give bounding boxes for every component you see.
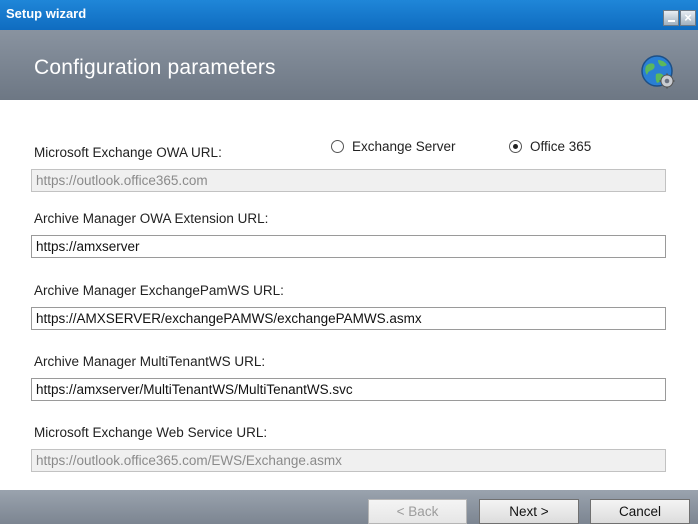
exchange-server-radio-circle [331,139,344,153]
office-365-radio-label: Office 365 [530,138,592,154]
ews-url-label: Microsoft Exchange Web Service URL: [34,425,268,440]
page-header: Configuration parameters [0,30,698,100]
exchangepamws-url-field[interactable]: https://AMXSERVER/exchangePAMWS/exchange… [31,307,666,330]
setup-wizard-window: Setup wizard × Configuration parameters … [0,0,698,524]
multitenantws-url-field[interactable]: https://amxserver/MultiTenantWS/MultiTen… [31,378,666,401]
owa-extension-url-field[interactable]: https://amxserver [31,235,666,258]
radio-selected-dot [513,143,518,149]
owa-url-label: Microsoft Exchange OWA URL: [34,145,222,160]
title-bar: Setup wizard × [0,0,698,30]
owa-url-field[interactable]: https://outlook.office365.com [31,169,666,192]
close-button[interactable]: × [680,10,696,26]
exchangepamws-url-label: Archive Manager ExchangePamWS URL: [34,283,284,298]
minimize-icon [668,20,675,22]
exchange-server-radio-label: Exchange Server [352,138,456,154]
owa-extension-url-label: Archive Manager OWA Extension URL: [34,211,269,226]
next-button[interactable]: Next > [479,499,579,524]
exchange-server-radio[interactable]: Exchange Server [331,137,456,155]
multitenantws-url-label: Archive Manager MultiTenantWS URL: [34,354,266,369]
back-button[interactable]: < Back [368,499,467,524]
page-title: Configuration parameters [34,56,276,79]
office-365-radio-circle [509,139,522,153]
ews-url-field[interactable]: https://outlook.office365.com/EWS/Exchan… [31,449,666,472]
minimize-button[interactable] [663,10,679,26]
office-365-radio[interactable]: Office 365 [509,137,591,155]
window-title: Setup wizard [6,6,87,21]
close-icon: × [684,10,692,25]
globe-gear-icon [641,55,675,89]
cancel-button[interactable]: Cancel [590,499,690,524]
